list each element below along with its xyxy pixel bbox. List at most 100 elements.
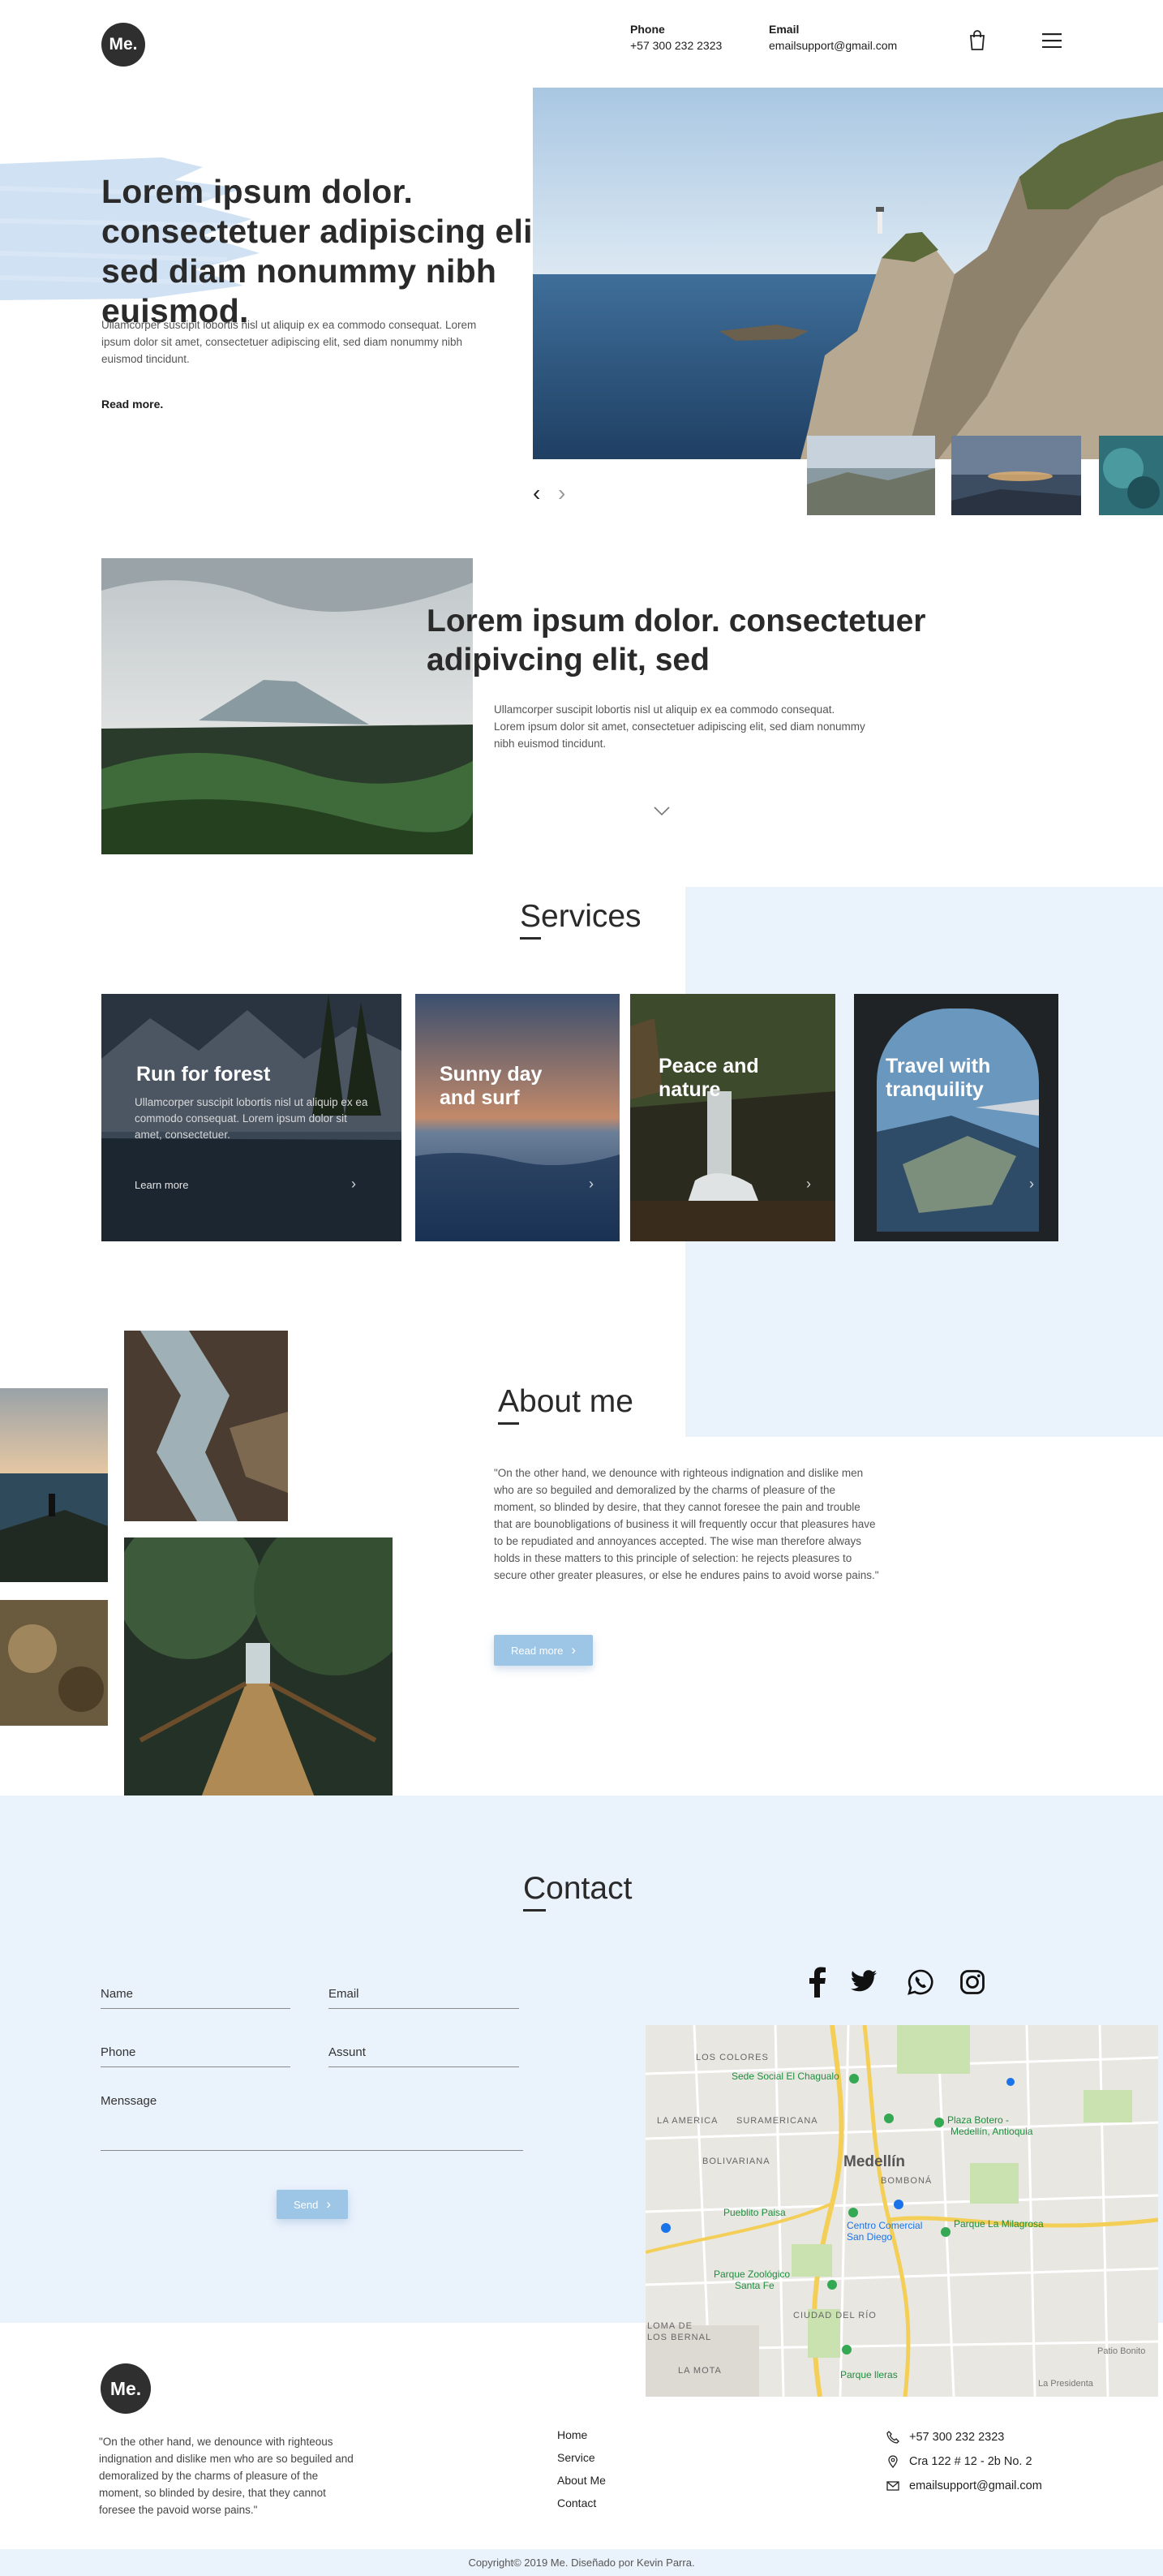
email-field[interactable] [328,2008,519,2009]
footer-link-home[interactable]: Home [557,2428,606,2441]
hero-thumbnail-1[interactable] [807,436,935,515]
button-label: Read more [511,1644,564,1657]
footer-contact-info: +57 300 232 2323 Cra 122 # 12 - 2b No. 2… [886,2431,1042,2504]
assunt-field[interactable] [328,2066,519,2067]
name-field[interactable] [101,2008,290,2009]
phone-label: Phone [630,23,665,36]
email-label: Email [769,23,800,36]
service-card-title: Peace and nature [659,1055,759,1101]
phone-field-label: Phone [101,2045,136,2059]
footer-address: Cra 122 # 12 - 2b No. 2 [909,2455,1032,2468]
services-title: Services [520,899,642,940]
message-field[interactable] [101,2150,523,2151]
map-label: LOS COLORES [696,2053,769,2062]
hero-thumbnail-3[interactable] [1099,436,1163,515]
service-card-sunny-day[interactable]: Sunny day and surf › [415,994,620,1241]
name-field-label: Name [101,1987,134,2001]
about-title-rest: bout me [519,1384,633,1419]
chevron-right-icon[interactable]: › [589,1176,594,1193]
chevron-right-icon[interactable]: › [806,1176,811,1193]
map-label: LA MOTA [678,2366,722,2376]
next-arrow-icon[interactable]: › [558,480,565,506]
about-read-more-button[interactable]: Read more › [494,1635,593,1666]
header-email: Email emailsupport@gmail.com [769,23,897,52]
location-pin-icon [888,2455,898,2468]
contact-title: Contact [523,1871,633,1912]
copyright-text: Copyright© 2019 Me. Diseñado por Kevin P… [468,2557,695,2569]
map-label: BOMBONÁ [881,2176,933,2186]
intro-text: Ullamcorper suscipit lobortis nisl ut al… [494,703,865,750]
footer-logo[interactable]: Me. [101,2363,151,2414]
twitter-icon[interactable] [851,1970,877,1993]
whatsapp-icon[interactable] [908,1969,933,1995]
about-image-river-rocks [124,1331,288,1521]
service-card-title: Run for forest [136,1063,271,1086]
hero-read-more-link[interactable]: Read more. [101,398,163,411]
about-title: About me [498,1384,633,1425]
message-field-label: Menssage [101,2094,157,2108]
footer-link-service[interactable]: Service [557,2451,606,2464]
send-button[interactable]: Send › [277,2190,348,2219]
chevron-right-icon: › [326,2196,332,2212]
prev-arrow-icon[interactable]: ‹ [533,480,540,506]
email-value: emailsupport@gmail.com [769,39,898,52]
about-image-lake-person [0,1388,108,1582]
map-label: Santa Fe [735,2280,775,2291]
map-label: LA AMERICA [657,2116,719,2126]
footer-quote: "On the other hand, we denounce with rig… [99,2436,354,2516]
footer-link-contact[interactable]: Contact [557,2496,606,2509]
service-card-title: Travel with tranquility [886,1055,991,1101]
contact-title-rest: ontact [546,1871,633,1906]
hero-text: Ullamcorper suscipit lobortis nisl ut al… [101,319,477,365]
map-label: La Presidenta [1038,2379,1093,2389]
email-field-label: Email [328,1987,359,2001]
map-label: Medellín, Antioquia [951,2126,1033,2137]
map-medellin[interactable]: LOS COLORES Sede Social El Chagualo LA A… [646,2025,1158,2397]
about-image-aerial-forest [0,1600,108,1726]
map-label: Parque Zoológico [714,2269,791,2280]
footer-email-row: emailsupport@gmail.com [886,2479,1042,2492]
map-label: LOMA DE LOS BERNAL [647,2321,712,2342]
facebook-icon[interactable] [809,1967,826,1998]
map-label: Patio Bonito [1097,2346,1146,2356]
logo[interactable]: Me. [101,23,145,67]
map-label: Centro Comercial [847,2220,923,2231]
service-card-run-for-forest[interactable]: Run for forest Ullamcorper suscipit lobo… [101,994,401,1241]
hamburger-menu-icon[interactable] [1042,33,1062,49]
map-label: Parque lleras [840,2369,898,2380]
card-image-waterfall [630,994,835,1241]
hero-image-cliff-lighthouse [533,88,1163,459]
hero-thumbnail-2[interactable] [951,436,1081,515]
mail-icon [886,2481,899,2491]
instagram-icon[interactable] [960,1970,985,1994]
contact-title-first-letter: C [523,1871,547,1912]
service-card-peace-and-nature[interactable]: Peace and nature › [630,994,835,1241]
chevron-right-icon[interactable]: › [351,1176,356,1193]
chevron-down-icon[interactable] [653,806,671,817]
header-phone: Phone +57 300 232 2323 [630,23,722,52]
phone-field[interactable] [101,2066,290,2067]
chevron-right-icon[interactable]: › [1029,1176,1034,1193]
shopping-bag-icon[interactable] [969,30,985,51]
intro-image-mountain [101,558,473,854]
services-title-first-letter: S [520,899,542,940]
map-graphics [646,2025,1158,2397]
footer-email[interactable]: emailsupport@gmail.com [909,2479,1042,2492]
services-title-rest: ervices [541,899,642,934]
map-label: Sede Social El Chagualo [732,2071,839,2082]
map-label: CIUDAD DEL RÍO [793,2311,877,2320]
map-label: Plaza Botero - [947,2114,1010,2126]
footer-link-about-me[interactable]: About Me [557,2474,606,2487]
button-label: Send [293,2198,319,2211]
chevron-right-icon: › [571,1642,576,1658]
service-card-learn-more[interactable]: Learn more [135,1179,188,1191]
map-label: Pueblito Paisa [723,2207,786,2218]
map-label: SURAMERICANA [736,2116,818,2126]
service-card-travel-with-tranquility[interactable]: Travel with tranquility › [854,994,1058,1241]
phone-icon [886,2431,899,2444]
map-label: BOLIVARIANA [702,2157,770,2166]
phone-value: +57 300 232 2323 [630,39,723,52]
footer-phone: +57 300 232 2323 [909,2431,1005,2444]
footer-nav: Home Service About Me Contact [557,2428,606,2519]
intro-title: Lorem ipsum dolor. consectetuer adipivci… [427,604,926,677]
